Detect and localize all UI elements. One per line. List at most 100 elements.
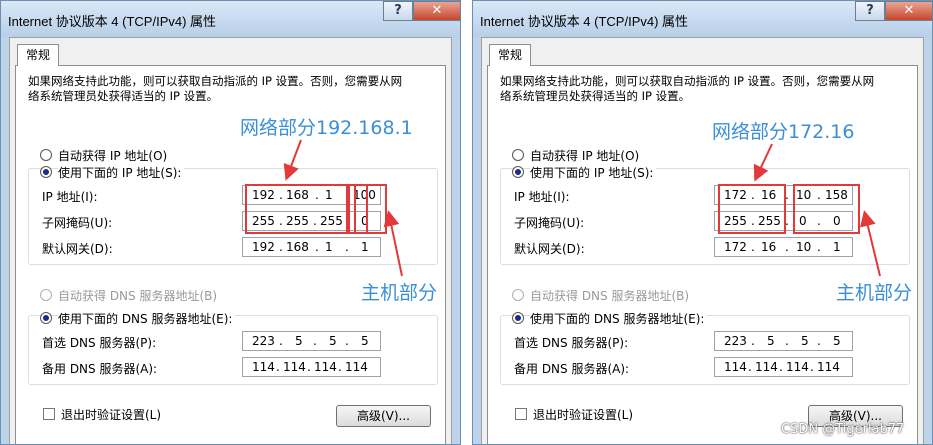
host-part-highlight-right xyxy=(793,184,860,234)
gateway-dot: . xyxy=(345,240,349,254)
dns2-dot: . xyxy=(307,360,311,374)
gateway-octet-1: 172 xyxy=(724,240,747,254)
auto-ip-radio[interactable] xyxy=(512,149,524,161)
host-part-highlight-left xyxy=(354,184,387,234)
title-bar[interactable]: Internet 协议版本 4 (TCP/IPv4) 属性 ? ✕ xyxy=(1,1,461,37)
dns2-octet-3: 114 xyxy=(314,360,337,374)
dns1-octet-4: 5 xyxy=(361,334,369,348)
gateway-octet-4: 1 xyxy=(833,240,841,254)
dns1-dot: . xyxy=(345,334,349,348)
manual-dns-label: 使用下面的 DNS 服务器地址(E): xyxy=(58,310,236,327)
auto-dns-label: 自动获得 DNS 服务器地址(B) xyxy=(58,289,218,303)
auto-ip-label: 自动获得 IP 地址(O) xyxy=(58,149,168,163)
preferred-dns-input[interactable]: 223 . 5 . 5 . 5 xyxy=(242,331,381,351)
help-icon: ? xyxy=(866,3,874,18)
auto-dns-radio[interactable] xyxy=(512,289,524,301)
dialog-window-left: Internet 协议版本 4 (TCP/IPv4) 属性 ? ✕ 常规 如果网… xyxy=(0,0,461,445)
tab-general[interactable]: 常规 xyxy=(489,44,531,66)
dns1-dot: . xyxy=(751,334,755,348)
host-part-annotation-right: 主机部分 xyxy=(836,282,913,304)
subnet-mask-label: 子网掩码(U): xyxy=(42,216,113,230)
gateway-octet-1: 192 xyxy=(252,240,275,254)
alternate-dns-label: 备用 DNS 服务器(A): xyxy=(42,362,158,376)
auto-dns-label: 自动获得 DNS 服务器地址(B) xyxy=(530,289,690,303)
tab-general[interactable]: 常规 xyxy=(17,44,59,66)
default-gateway-input[interactable]: 192 . 168 . 1 . 1 xyxy=(242,237,381,257)
dns2-dot: . xyxy=(276,360,280,374)
dialog-window-right: Internet 协议版本 4 (TCP/IPv4) 属性 ? ✕ 常规 如果网… xyxy=(472,0,933,445)
alternate-dns-input[interactable]: 114 . 114 . 114 . 114 xyxy=(242,357,381,377)
help-button[interactable]: ? xyxy=(855,1,885,21)
gateway-octet-2: 16 xyxy=(761,240,777,254)
preferred-dns-label: 首选 DNS 服务器(P): xyxy=(514,336,629,350)
close-button[interactable]: ✕ xyxy=(413,1,461,21)
manual-ip-label: 使用下面的 IP 地址(S): xyxy=(58,164,185,181)
gateway-dot: . xyxy=(279,240,283,254)
network-part-highlight-left-a xyxy=(245,184,348,234)
dns1-octet-1: 223 xyxy=(252,334,275,348)
preferred-dns-label: 首选 DNS 服务器(P): xyxy=(42,336,157,350)
gateway-octet-3: 10 xyxy=(796,240,812,254)
close-button[interactable]: ✕ xyxy=(885,1,933,21)
dns1-octet-1: 223 xyxy=(724,334,747,348)
validate-checkbox[interactable] xyxy=(515,408,527,420)
dns1-octet-2: 5 xyxy=(295,334,303,348)
gateway-dot: . xyxy=(315,240,319,254)
dns2-octet-1: 114 xyxy=(724,360,747,374)
dns1-dot: . xyxy=(313,334,317,348)
manual-dns-radio[interactable] xyxy=(512,312,524,324)
dns2-octet-2: 114 xyxy=(755,360,778,374)
description-text: 如果网络支持此功能，则可以获取自动指派的 IP 设置。否则，您需要从网络系统管理… xyxy=(500,74,875,103)
dns1-dot: . xyxy=(817,334,821,348)
auto-dns-radio[interactable] xyxy=(40,289,52,301)
gateway-octet-4: 1 xyxy=(361,240,369,254)
dns2-octet-3: 114 xyxy=(786,360,809,374)
manual-ip-radio[interactable] xyxy=(512,166,524,178)
title-bar[interactable]: Internet 协议版本 4 (TCP/IPv4) 属性 ? ✕ xyxy=(473,1,933,37)
dialog-client: 常规 如果网络支持此功能，则可以获取自动指派的 IP 设置。否则，您需要从网络系… xyxy=(481,37,924,444)
manual-dns-radio[interactable] xyxy=(40,312,52,324)
dns1-octet-3: 5 xyxy=(329,334,337,348)
dns1-dot: . xyxy=(785,334,789,348)
network-part-highlight-right xyxy=(718,184,786,234)
manual-ip-label: 使用下面的 IP 地址(S): xyxy=(530,164,657,181)
validate-checkbox[interactable] xyxy=(43,408,55,420)
description-text: 如果网络支持此功能，则可以获取自动指派的 IP 设置。否则，您需要从网络系统管理… xyxy=(28,74,403,103)
dns2-dot: . xyxy=(779,360,783,374)
manual-dns-label: 使用下面的 DNS 服务器地址(E): xyxy=(530,310,708,327)
auto-ip-label: 自动获得 IP 地址(O) xyxy=(530,149,640,163)
manual-ip-radio[interactable] xyxy=(40,166,52,178)
dns1-dot: . xyxy=(279,334,283,348)
watermark-text: CSDN @Tigerlab77 xyxy=(781,422,905,437)
dns2-dot: . xyxy=(810,360,814,374)
default-gateway-input[interactable]: 172 . 16 . 10 . 1 xyxy=(714,237,853,257)
default-gateway-label: 默认网关(D): xyxy=(42,242,113,256)
dns2-octet-4: 114 xyxy=(817,360,840,374)
window-title: Internet 协议版本 4 (TCP/IPv4) 属性 xyxy=(480,14,689,29)
close-icon: ✕ xyxy=(431,3,443,18)
host-part-annotation-left: 主机部分 xyxy=(361,282,438,304)
gateway-octet-2: 168 xyxy=(286,240,309,254)
network-part-annotation-left: 网络部分192.168.1 xyxy=(240,117,413,139)
help-button[interactable]: ? xyxy=(383,1,413,21)
dns2-octet-1: 114 xyxy=(252,360,275,374)
advanced-button[interactable]: 高级(V)... xyxy=(336,405,431,427)
gateway-dot: . xyxy=(785,240,789,254)
alternate-dns-label: 备用 DNS 服务器(A): xyxy=(514,362,630,376)
gateway-dot: . xyxy=(817,240,821,254)
dns2-octet-2: 114 xyxy=(283,360,306,374)
gateway-dot: . xyxy=(751,240,755,254)
gateway-octet-3: 1 xyxy=(325,240,333,254)
window-title: Internet 协议版本 4 (TCP/IPv4) 属性 xyxy=(8,14,217,29)
default-gateway-label: 默认网关(D): xyxy=(514,242,585,256)
alternate-dns-input[interactable]: 114 . 114 . 114 . 114 xyxy=(714,357,853,377)
close-icon: ✕ xyxy=(903,3,915,18)
dns2-dot: . xyxy=(748,360,752,374)
auto-ip-radio[interactable] xyxy=(40,149,52,161)
validate-label: 退出时验证设置(L) xyxy=(533,408,634,422)
subnet-mask-label: 子网掩码(U): xyxy=(514,216,585,230)
preferred-dns-input[interactable]: 223 . 5 . 5 . 5 xyxy=(714,331,853,351)
validate-label: 退出时验证设置(L) xyxy=(61,408,162,422)
help-icon: ? xyxy=(394,3,402,18)
dns2-octet-4: 114 xyxy=(345,360,368,374)
